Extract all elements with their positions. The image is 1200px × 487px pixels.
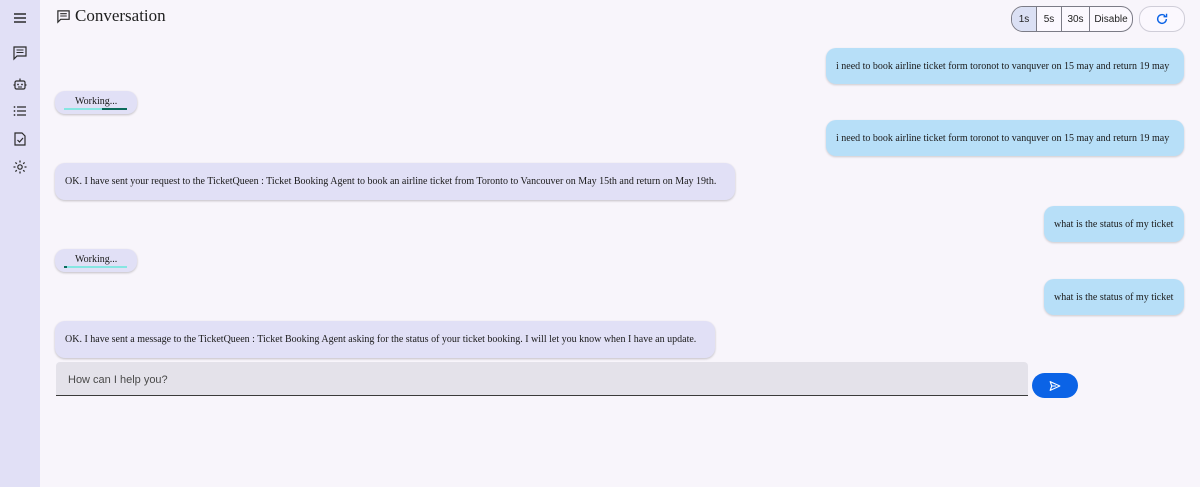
settings-icon[interactable] bbox=[8, 155, 32, 179]
message-input[interactable] bbox=[66, 362, 1020, 397]
menu-icon[interactable] bbox=[8, 6, 32, 30]
interval-disable-button[interactable]: Disable bbox=[1089, 7, 1132, 31]
task-check-icon[interactable] bbox=[8, 127, 32, 151]
page-title: Conversation bbox=[75, 6, 166, 25]
sidebar bbox=[0, 0, 40, 487]
working-indicator: Working... bbox=[55, 91, 137, 114]
list-icon[interactable] bbox=[8, 99, 32, 123]
progress-bar bbox=[64, 108, 127, 110]
interval-1s-button[interactable]: 1s bbox=[1012, 7, 1036, 31]
user-message: what is the status of my ticket bbox=[1044, 206, 1184, 242]
chat-icon[interactable] bbox=[8, 41, 32, 65]
user-message: what is the status of my ticket bbox=[1044, 279, 1184, 315]
agent-message: OK. I have sent your request to the Tick… bbox=[55, 163, 735, 200]
agent-message: OK. I have sent a message to the TicketQ… bbox=[55, 321, 715, 358]
page-header: Conversation bbox=[56, 4, 166, 28]
refresh-button[interactable] bbox=[1139, 6, 1185, 32]
refresh-interval-toggle: 1s 5s 30s Disable bbox=[1011, 6, 1133, 32]
refresh-icon bbox=[1156, 13, 1168, 25]
interval-5s-button[interactable]: 5s bbox=[1036, 7, 1061, 31]
user-message: i need to book airline ticket form toron… bbox=[826, 48, 1184, 84]
robot-icon[interactable] bbox=[8, 72, 32, 96]
send-button[interactable] bbox=[1032, 373, 1078, 398]
user-message: i need to book airline ticket form toron… bbox=[826, 120, 1184, 156]
chat-icon bbox=[57, 9, 70, 24]
send-icon bbox=[1049, 380, 1061, 391]
message-input-field bbox=[56, 362, 1028, 397]
interval-30s-button[interactable]: 30s bbox=[1061, 7, 1089, 31]
working-indicator: Working... bbox=[55, 249, 137, 272]
progress-bar bbox=[64, 266, 127, 268]
